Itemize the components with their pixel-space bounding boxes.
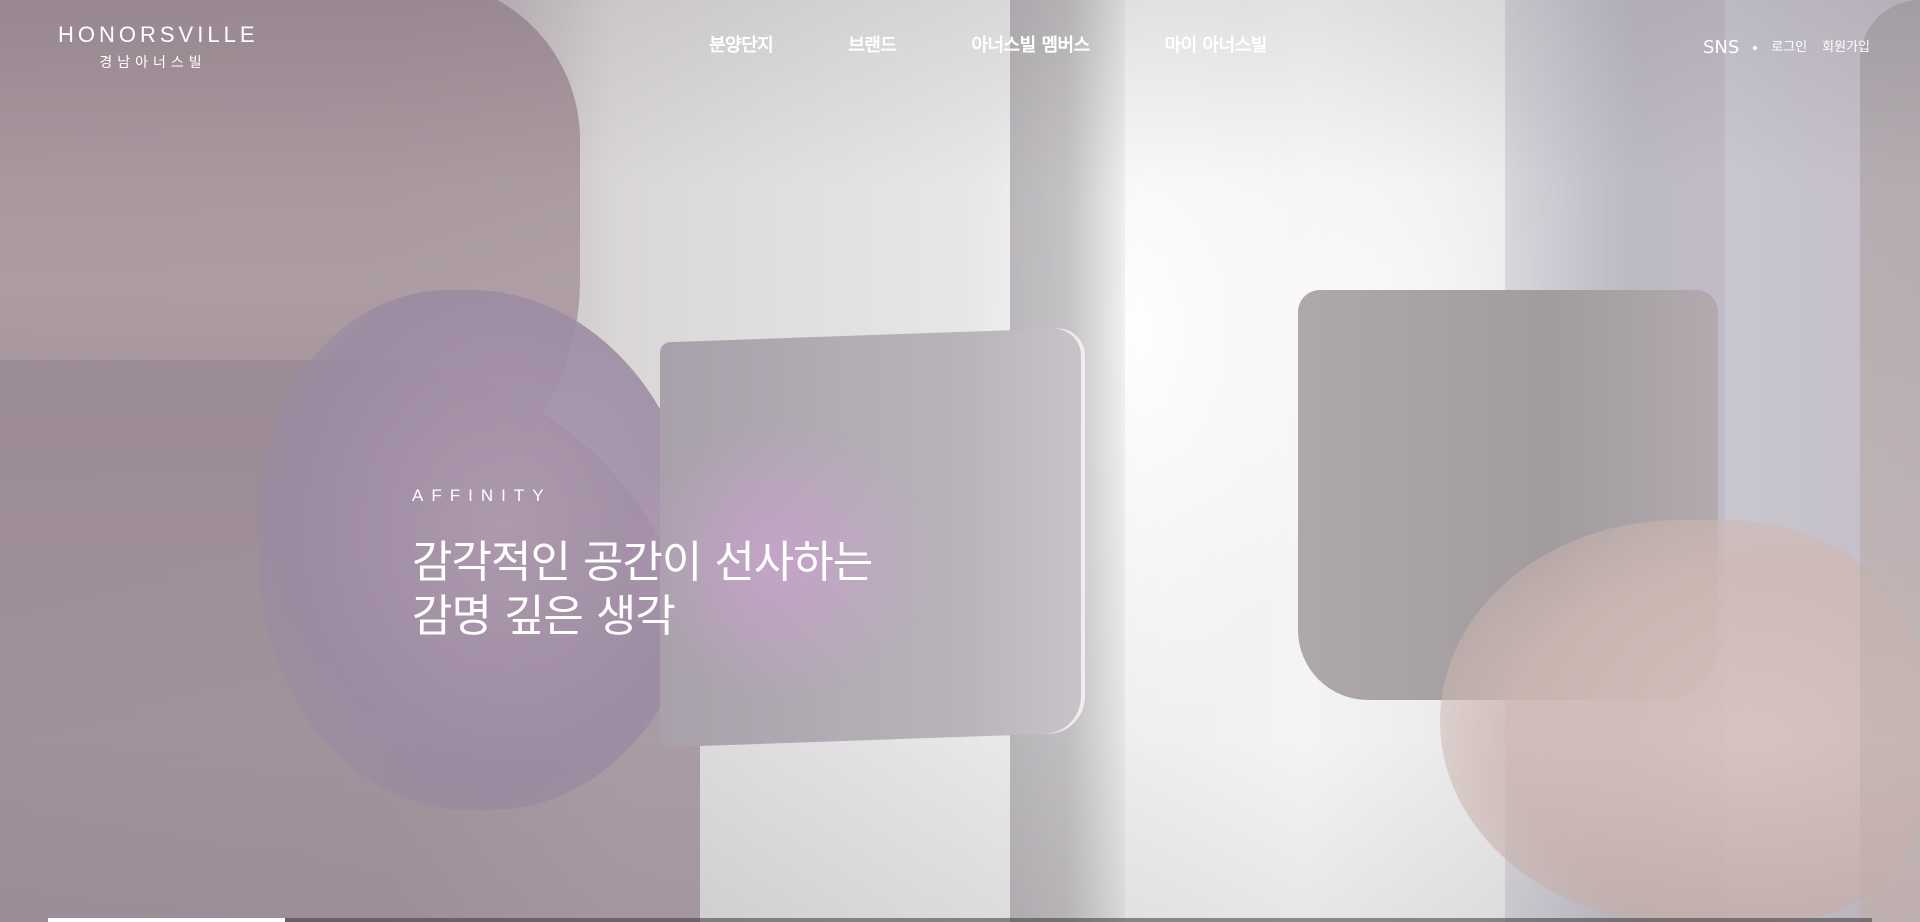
hero-caption: AFFINITY 감각적인 공간이 선사하는 감명 깊은 생각 (412, 484, 873, 644)
hero-headline-line-1: 감각적인 공간이 선사하는 (412, 537, 873, 588)
slide-progress-bar (48, 918, 1872, 922)
hero-overlay (0, 0, 1920, 922)
hero-eyebrow: AFFINITY (412, 486, 552, 505)
logo[interactable]: HONORSVILLE 경남아너스빌 (58, 22, 259, 74)
nav-item-my-honorsville[interactable]: 마이 아너스빌 (1165, 34, 1268, 58)
hero-headline-line-2: 감명 깊은 생각 (412, 591, 676, 642)
slide-progress-fill (48, 918, 286, 922)
hero-background-video (0, 0, 1920, 922)
nav-item-brand[interactable]: 브랜드 (848, 34, 897, 58)
nav-item-members[interactable]: 아너스빌 멤버스 (971, 34, 1090, 58)
logo-english: HONORSVILLE (58, 22, 259, 47)
sns-button[interactable]: SNS (1703, 36, 1739, 60)
join-link[interactable]: 회원가입 (1822, 36, 1870, 60)
nav-item-complexes[interactable]: 분양단지 (709, 34, 774, 58)
utility-menu: SNS 로그인 회원가입 (1703, 36, 1870, 60)
logo-korean: 경남아너스빌 (99, 55, 207, 71)
hero-headline: 감각적인 공간이 선사하는 감명 깊은 생각 (412, 536, 873, 644)
separator-dot (1753, 46, 1758, 50)
login-link[interactable]: 로그인 (1771, 36, 1807, 60)
site-header: HONORSVILLE 경남아너스빌 분양단지 브랜드 아너스빌 멤버스 마이 … (0, 0, 1920, 100)
